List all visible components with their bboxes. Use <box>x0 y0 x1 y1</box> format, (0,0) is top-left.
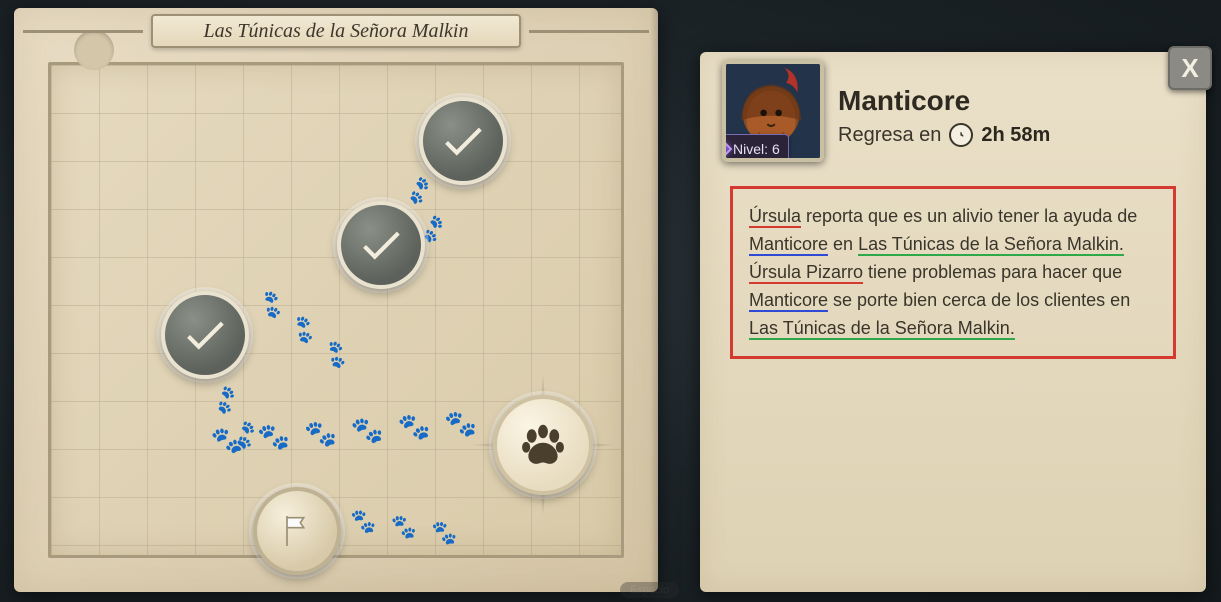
level-diamond-icon: 🐾 <box>722 131 732 162</box>
pawprint-trail: 🐾 🐾 🐾 🐾 🐾 🐾 <box>210 408 482 457</box>
report-location: Las Túnicas de la Señora Malkin. <box>858 234 1124 256</box>
map-node-completed-1[interactable] <box>419 97 507 185</box>
keyboard-hint-text: Espacio <box>630 584 669 596</box>
map-node-next[interactable] <box>253 487 341 575</box>
check-icon <box>438 116 488 166</box>
pawprint-trail: 🐾 🐾 🐾 <box>253 286 358 376</box>
report-text: reporta que es un alivio tener la ayuda … <box>801 206 1137 226</box>
paw-icon <box>516 418 570 472</box>
report-text: en <box>828 234 858 254</box>
report-name-ursula: Úrsula <box>749 206 801 228</box>
creature-header-text: Manticore Regresa en 2h 58m <box>838 75 1050 147</box>
report-name-manticore: Manticore <box>749 234 828 256</box>
creature-name: Manticore <box>838 85 1050 117</box>
level-label: Nivel: <box>733 141 768 157</box>
check-icon <box>180 310 230 360</box>
map-board[interactable]: 🐾 🐾 🐾 🐾 🐾 🐾 🐾 🐾 🐾 🐾 🐾 🐾 🐾 🐾 🐾 🐾 🐾 <box>48 62 624 558</box>
report-box: Úrsula reporta que es un alivio tener la… <box>730 186 1176 359</box>
close-button[interactable]: X <box>1168 46 1212 90</box>
check-icon <box>356 220 406 270</box>
keyboard-hint: Espacio <box>620 582 679 598</box>
level-value: 6 <box>772 141 780 157</box>
report-name-ursula-full: Úrsula Pizarro <box>749 262 863 284</box>
map-node-completed-3[interactable] <box>161 291 249 379</box>
return-label: Regresa en <box>838 124 941 147</box>
report-text: tiene problemas para hacer que <box>863 262 1122 282</box>
creature-portrait[interactable]: 🐾 Nivel: 6 <box>722 60 824 162</box>
report-name-manticore: Manticore <box>749 290 828 312</box>
map-title: Las Túnicas de la Señora Malkin <box>151 14 521 48</box>
level-badge: 🐾 Nivel: 6 <box>722 134 789 162</box>
return-row: Regresa en 2h 58m <box>838 123 1050 147</box>
flag-icon <box>277 511 317 551</box>
map-node-completed-2[interactable] <box>337 201 425 289</box>
close-icon: X <box>1181 53 1198 84</box>
creature-header: 🐾 Nivel: 6 Manticore Regresa en 2h 58m <box>722 60 1146 162</box>
report-text: se porte bien cerca de los clientes en <box>828 290 1130 310</box>
map-title-text: Las Túnicas de la Señora Malkin <box>204 20 469 43</box>
info-panel: X 🐾 Nivel: 6 Manticore <box>700 52 1206 592</box>
return-time: 2h 58m <box>981 124 1050 147</box>
map-panel: Las Túnicas de la Señora Malkin 🐾 🐾 🐾 🐾 … <box>14 8 658 592</box>
map-node-current[interactable] <box>493 395 593 495</box>
clock-icon <box>949 123 973 147</box>
report-location: Las Túnicas de la Señora Malkin. <box>749 318 1015 340</box>
map-corner-badge <box>74 30 114 70</box>
